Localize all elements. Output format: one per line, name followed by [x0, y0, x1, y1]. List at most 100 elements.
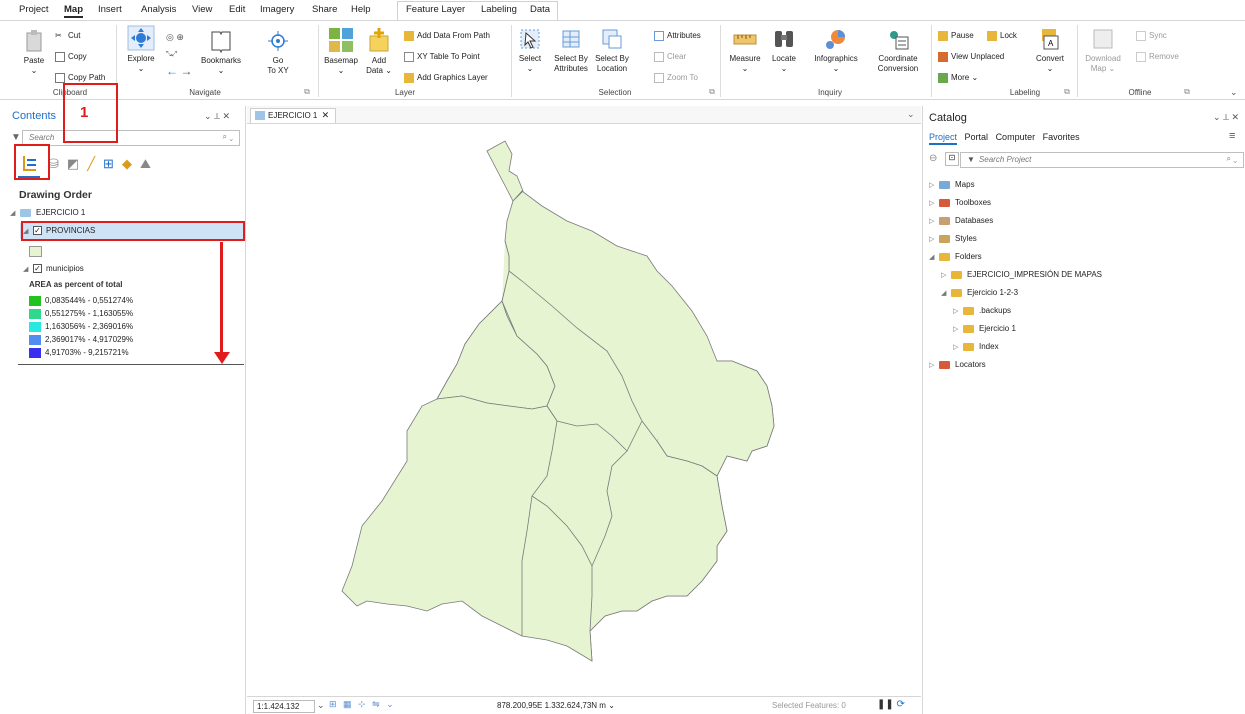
tab-help[interactable]: Help: [351, 4, 371, 15]
go-to-xy-button[interactable]: Go To XY: [262, 29, 294, 76]
contents-search-input[interactable]: Search ⌕ ⌄: [22, 130, 240, 146]
menu-icon[interactable]: ≡: [1229, 130, 1235, 142]
coordinate-conversion-button[interactable]: Coordinate Conversion: [872, 27, 924, 74]
filter-icon[interactable]: ▼: [11, 132, 21, 143]
catalog-search-input[interactable]: ▼ Search Project ⌕ ⌄: [960, 152, 1244, 168]
database-icon: [939, 216, 950, 225]
tab-view[interactable]: View: [192, 4, 212, 15]
coordinates-readout[interactable]: 878.200,95E 1.332.624,73N m ⌄: [497, 701, 615, 710]
lock-labeling-button[interactable]: Lock: [987, 31, 1017, 41]
catalog-item-folders[interactable]: ◢ Folders: [929, 252, 982, 261]
layer-municipios[interactable]: ◢ ✓ municipios: [23, 264, 84, 274]
binoculars-icon: [775, 31, 793, 47]
visibility-checkbox[interactable]: ✓: [33, 264, 42, 274]
basemap-button[interactable]: Basemap ⌄: [322, 27, 360, 76]
catalog-item-toolboxes[interactable]: ▷ Toolboxes: [929, 198, 991, 207]
map-status-tools[interactable]: ⊞ ▦ ⊹ ⇋ ⌄: [329, 699, 396, 710]
add-graphics-layer-button[interactable]: Add Graphics Layer: [404, 73, 488, 83]
sync-button[interactable]: Sync: [1136, 31, 1167, 41]
copy-path-button[interactable]: Copy Path: [55, 73, 105, 83]
catalog-item-backups[interactable]: ▷ .backups: [953, 306, 1011, 315]
tab-data[interactable]: Data: [530, 4, 550, 15]
refresh-icon[interactable]: ⟳: [897, 699, 905, 710]
infographics-button[interactable]: Infographics ⌄: [810, 27, 862, 74]
pause-labeling-button[interactable]: Pause: [938, 31, 974, 41]
add-data-button[interactable]: Add Data ⌄: [364, 27, 394, 76]
dialog-launcher-icon[interactable]: ⧉: [705, 87, 719, 97]
explore-button[interactable]: Explore ⌄: [124, 25, 158, 74]
locate-button[interactable]: Locate ⌄: [769, 27, 799, 74]
select-button[interactable]: Select ⌄: [515, 27, 545, 74]
tab-project[interactable]: Project: [19, 4, 49, 15]
tab-feature-layer[interactable]: Feature Layer: [406, 4, 465, 15]
tab-share[interactable]: Share: [312, 4, 337, 15]
expand-arrow-icon: ▷: [929, 217, 935, 225]
convert-button[interactable]: A Convert ⌄: [1032, 27, 1068, 74]
catalog-filter-icon[interactable]: ⊡: [945, 152, 959, 166]
bookmarks-button[interactable]: Bookmarks ⌄: [200, 29, 242, 76]
catalog-item-label: .backups: [979, 306, 1012, 315]
catalog-item-ejercicio-impresion[interactable]: ▷ EJERCICIO_IMPRESIÓN DE MAPAS: [941, 270, 1102, 279]
tab-labeling[interactable]: Labeling: [481, 4, 517, 15]
tab-edit[interactable]: Edit: [229, 4, 245, 15]
catalog-item-maps[interactable]: ▷ Maps: [929, 180, 975, 189]
tab-insert[interactable]: Insert: [98, 4, 122, 15]
scissors-icon: ✂: [55, 31, 62, 40]
scale-dropdown-icon[interactable]: ⌄: [317, 700, 325, 711]
map-node[interactable]: ◢ EJERCICIO 1: [10, 208, 85, 217]
provincias-symbol[interactable]: [29, 246, 42, 257]
catalog-tab-computer[interactable]: Computer: [996, 132, 1036, 142]
more-labeling-button[interactable]: More ⌄: [938, 73, 978, 83]
tab-imagery[interactable]: Imagery: [260, 4, 294, 15]
zoom-to-selection-button[interactable]: Zoom To: [654, 73, 698, 83]
select-by-location-button[interactable]: Select By Location: [594, 27, 630, 74]
pane-options-icon[interactable]: ⌄ ⟂ ✕: [204, 111, 230, 122]
contents-view-buttons[interactable]: ⛁◩╱⊞◆⛰: [48, 156, 159, 172]
catalog-item-databases[interactable]: ▷ Databases: [929, 216, 993, 225]
remove-button[interactable]: Remove: [1136, 52, 1179, 62]
download-map-button[interactable]: Download Map ⌄: [1083, 27, 1123, 74]
xy-table-to-point-button[interactable]: XY Table To Point: [404, 52, 480, 62]
tab-analysis[interactable]: Analysis: [141, 4, 176, 15]
catalog-item-styles[interactable]: ▷ Styles: [929, 234, 977, 243]
attributes-button[interactable]: Attributes: [654, 31, 701, 41]
catalog-tab-portal[interactable]: Portal: [965, 132, 989, 142]
infographics-icon: [826, 30, 845, 49]
legend-item[interactable]: 1,163056% - 2,369016%: [29, 321, 229, 334]
catalog-tab-favorites[interactable]: Favorites: [1043, 132, 1080, 142]
catalog-item-locators[interactable]: ▷ Locators: [929, 360, 986, 369]
pane-options-icon[interactable]: ⌄ ⟂ ✕: [1213, 112, 1239, 123]
dialog-launcher-icon[interactable]: ⧉: [1180, 87, 1194, 97]
tab-map[interactable]: Map: [64, 4, 83, 18]
legend-item[interactable]: 0,551275% - 1,163055%: [29, 308, 229, 321]
catalog-item-index[interactable]: ▷ Index: [953, 342, 999, 351]
coordinate-conversion-icon: [890, 31, 909, 50]
catalog-tab-project[interactable]: Project: [929, 132, 958, 145]
dialog-launcher-icon[interactable]: ⧉: [1060, 87, 1074, 97]
paste-button[interactable]: Paste ⌄: [22, 29, 46, 76]
catalog-item-ejercicio-123[interactable]: ◢ Ejercicio 1-2-3: [941, 288, 1018, 297]
folder-icon: [951, 270, 962, 279]
clear-selection-button[interactable]: Clear: [654, 52, 686, 62]
legend-item[interactable]: 0,083544% - 0,551274%: [29, 295, 229, 308]
catalog-item-ejercicio-1[interactable]: ▷ Ejercicio 1: [953, 324, 1016, 333]
legend-item[interactable]: 4,91703% - 9,215721%: [29, 347, 229, 360]
add-data-from-path-button[interactable]: Add Data From Path: [404, 31, 490, 41]
select-by-attributes-button[interactable]: Select By Attributes: [553, 27, 589, 74]
expand-arrow-icon: ▷: [953, 307, 959, 315]
copy-button[interactable]: Copy: [55, 52, 87, 62]
map-canvas[interactable]: [247, 106, 921, 714]
legend-swatch: [29, 309, 41, 319]
measure-button[interactable]: Measure ⌄: [726, 27, 764, 74]
scale-input[interactable]: 1:1.424.132: [253, 700, 315, 713]
annotation-box-1: [14, 144, 50, 180]
navigate-tools[interactable]: ◎ ⊕ ⤡⤢ ← →: [166, 29, 196, 79]
view-unplaced-button[interactable]: View Unplaced: [938, 52, 1004, 62]
back-icon[interactable]: ⊖: [929, 153, 937, 164]
dialog-launcher-icon[interactable]: ⧉: [300, 87, 314, 97]
pause-drawing-icon[interactable]: ❚❚ ⟳: [877, 699, 905, 710]
map-view[interactable]: EJERCICIO 1 ✕ ⌄: [247, 106, 921, 714]
legend-item[interactable]: 2,369017% - 4,917029%: [29, 334, 229, 347]
collapse-ribbon-icon[interactable]: ⌄: [1230, 87, 1238, 98]
cut-button[interactable]: ✂ Cut: [55, 31, 80, 41]
